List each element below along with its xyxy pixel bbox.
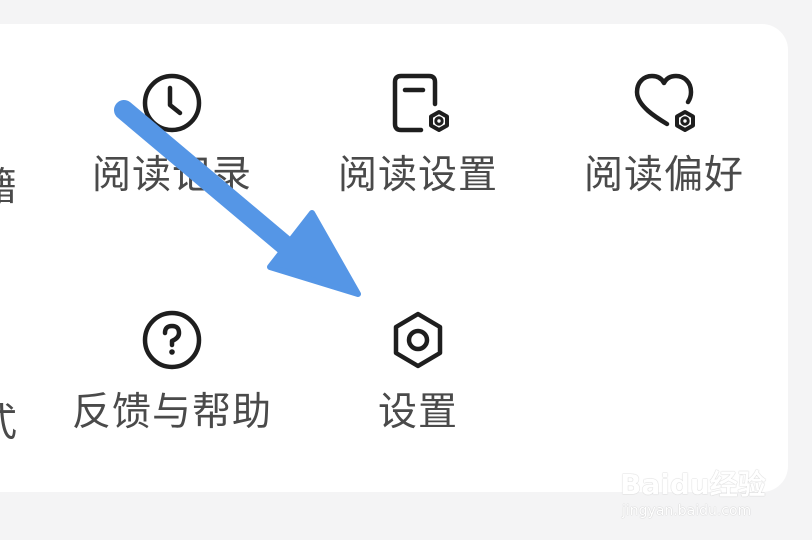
menu-item-label: 阅读偏好 [583,153,744,198]
heart-settings-icon [634,73,695,132]
cut-label-row2: 式 [0,400,17,448]
menu-item-label: 阅读设置 [337,153,498,198]
watermark-url: jingyan.baidu.com [622,503,752,519]
question-circle-icon [142,310,202,370]
menu-item-reading-history[interactable]: 阅读记录 [52,68,292,200]
document-settings-icon [392,73,449,133]
menu-item-reading-settings[interactable]: 阅读设置 [298,68,538,200]
clock-icon [142,73,202,133]
menu-item-label: 设置 [377,390,458,435]
cut-label-row1: 籍 [0,164,17,212]
menu-item-label: 阅读记录 [91,153,252,198]
menu-item-label: 反馈与帮助 [71,390,272,435]
menu-item-reading-preferences[interactable]: 阅读偏好 [544,68,784,200]
hexagon-settings-icon [393,311,443,369]
menu-item-feedback-help[interactable]: 反馈与帮助 [52,305,292,437]
menu-item-settings[interactable]: 设置 [298,305,538,437]
